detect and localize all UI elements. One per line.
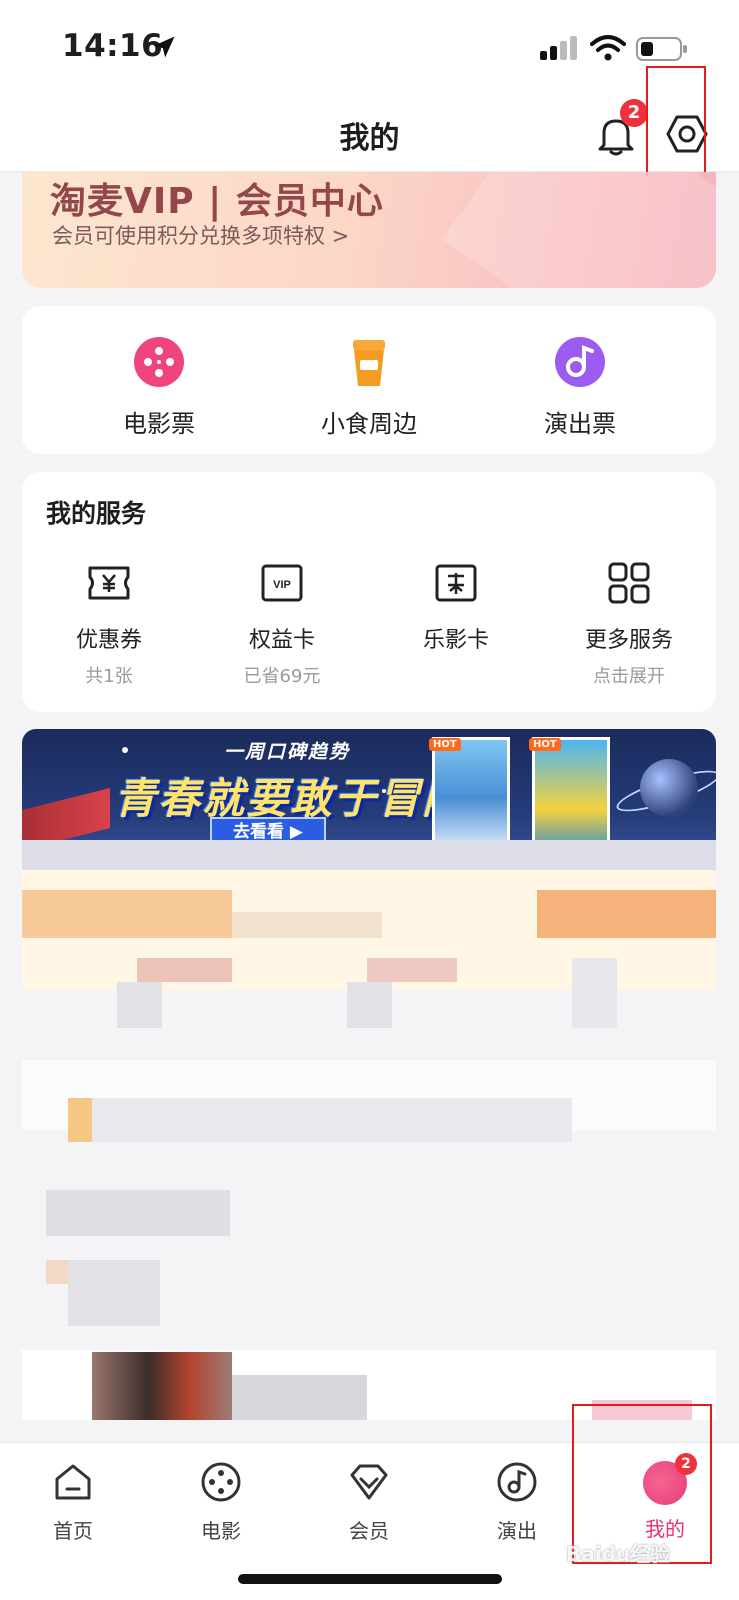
mosaic-block: [572, 958, 617, 1028]
mosaic-block: [92, 1352, 232, 1420]
promo-small-text: 一周口碑趋势: [224, 741, 351, 763]
quick-entry-label: 小食周边: [321, 410, 417, 438]
tab-label: 电影: [201, 1519, 241, 1543]
service-vip-card[interactable]: VIP 权益卡 已省69元: [212, 560, 352, 688]
tab-member[interactable]: 会员: [314, 1461, 424, 1544]
home-indicator[interactable]: [238, 1574, 502, 1584]
music-note-icon: [555, 337, 605, 387]
service-coupon[interactable]: 优惠券 共1张: [39, 560, 179, 688]
my-services-card: 我的服务 优惠券 共1张 VIP 权益卡 已省69元 乐影卡 更多服务 点击展开: [22, 472, 716, 712]
hot-tag: HOT: [429, 738, 461, 751]
quick-entry-card: 电影票 小食周边 演出票: [22, 306, 716, 454]
service-sub: 点击展开: [593, 666, 665, 687]
hot-tag: HOT: [529, 738, 561, 751]
tab-movie[interactable]: 电影: [166, 1461, 276, 1544]
quick-entry-label: 电影票: [123, 410, 195, 438]
service-sub: 已省69元: [243, 666, 321, 687]
mosaic-block: [367, 958, 457, 982]
tab-label: 演出: [497, 1519, 537, 1543]
services-title: 我的服务: [46, 499, 147, 528]
planet-decoration: [640, 759, 698, 817]
vip-title: 淘麦VIP | 会员中心: [50, 181, 384, 222]
quick-entry-label: 演出票: [544, 410, 616, 438]
location-arrow-icon: [153, 36, 175, 58]
vip-subtitle-link[interactable]: 会员可使用积分兑换多项特权 >: [52, 220, 349, 250]
battery-icon: [636, 37, 687, 61]
film-reel-icon: [201, 1462, 241, 1502]
mosaic-block: [92, 1098, 572, 1142]
tab-label: 会员: [349, 1519, 389, 1543]
service-label: 更多服务: [584, 628, 673, 653]
vip-member-banner[interactable]: 淘麦VIP | 会员中心 会员可使用积分兑换多项特权 >: [22, 172, 716, 288]
mosaic-block: [22, 890, 232, 938]
service-label: 优惠券: [75, 628, 142, 653]
diamond-icon: [350, 1464, 388, 1500]
mosaic-block: [22, 840, 716, 870]
music-note-icon: [497, 1462, 537, 1502]
wifi-icon: [590, 35, 626, 61]
home-icon: [55, 1464, 91, 1500]
cellular-signal-icon: [540, 36, 577, 60]
drink-cup-icon: [353, 340, 385, 386]
redacted-content-area: [22, 840, 716, 1420]
page-header: 我的 2: [0, 95, 739, 172]
svg-text:VIP: VIP: [273, 579, 291, 591]
grid-icon: [608, 562, 650, 604]
service-label: 权益卡: [248, 628, 315, 653]
mosaic-block: [137, 958, 232, 982]
mosaic-block: [46, 1190, 230, 1236]
tab-label: 首页: [53, 1519, 93, 1543]
mosaic-block: [232, 1375, 367, 1420]
service-more[interactable]: 更多服务 点击展开: [559, 560, 699, 688]
status-time: 14:16: [62, 28, 164, 64]
banner-decoration: [442, 172, 716, 288]
quick-entry-movie-ticket[interactable]: 电影票: [79, 336, 239, 439]
quick-entry-snacks[interactable]: 小食周边: [289, 336, 449, 439]
quick-entry-show-ticket[interactable]: 演出票: [500, 336, 660, 439]
mosaic-block: [46, 1260, 70, 1284]
watermark: Baidu经验: [566, 1542, 671, 1566]
star-decoration: [122, 747, 128, 753]
coupon-icon: [88, 566, 130, 600]
film-card-icon: [435, 564, 477, 602]
vip-card-icon: VIP: [261, 564, 303, 602]
notification-badge: 2: [620, 99, 648, 127]
status-bar: 14:16: [0, 0, 739, 95]
mosaic-block: [232, 912, 382, 938]
service-sub: 共1张: [85, 666, 133, 687]
mosaic-block: [537, 890, 716, 938]
tab-show[interactable]: 演出: [462, 1461, 572, 1544]
mosaic-block: [68, 1260, 160, 1326]
mosaic-block: [117, 982, 162, 1028]
service-film-card[interactable]: 乐影卡: [386, 560, 526, 662]
service-label: 乐影卡: [422, 628, 489, 653]
tab-home[interactable]: 首页: [18, 1461, 128, 1544]
mosaic-block: [347, 982, 392, 1028]
mosaic-block: [68, 1098, 92, 1142]
film-reel-icon: [134, 337, 184, 387]
